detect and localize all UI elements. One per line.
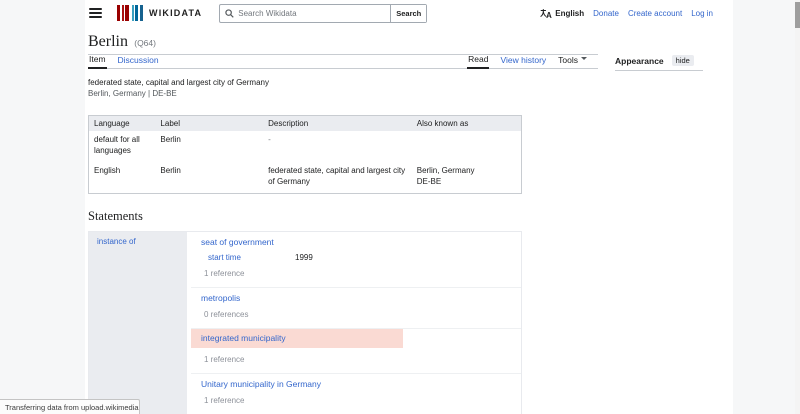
entity-content: Berlin (Q64) Item Discussion Read View h… — [85, 33, 598, 414]
language-label: English — [555, 9, 584, 18]
property-cell: instance of — [89, 232, 187, 414]
tab-tools[interactable]: Tools — [557, 55, 588, 68]
search-box: Search — [219, 4, 427, 23]
qualifier-property-link[interactable]: start time — [208, 253, 295, 262]
statement-value-link[interactable]: metropolis — [201, 293, 240, 303]
entity-id: (Q64) — [134, 38, 156, 48]
wikidata-logo-icon — [117, 5, 143, 21]
tab-view-history[interactable]: View history — [499, 55, 547, 68]
appearance-label: Appearance — [615, 56, 664, 66]
references-toggle[interactable]: 0 references — [191, 310, 521, 319]
cell-also-known-as — [412, 131, 522, 162]
header-user-links: A English Donate Create account Log in — [540, 8, 713, 19]
cell-language: English — [89, 162, 156, 194]
appearance-hide-button[interactable]: hide — [672, 55, 694, 66]
col-header-label: Label — [155, 116, 263, 132]
scrollbar-thumb[interactable] — [795, 2, 800, 28]
property-link[interactable]: instance of — [97, 237, 136, 246]
highlighted-statement-value: integrated municipality — [191, 329, 403, 348]
donate-link[interactable]: Donate — [593, 9, 619, 18]
terms-table-header-row: Language Label Description Also known as — [89, 116, 522, 132]
col-header-also-known-as: Also known as — [412, 116, 522, 132]
references-toggle[interactable]: 1 reference — [191, 269, 521, 278]
search-input[interactable] — [238, 5, 390, 22]
title-block: Berlin (Q64) — [88, 33, 598, 55]
create-account-link[interactable]: Create account — [628, 9, 682, 18]
qualifier-value: 1999 — [295, 253, 313, 262]
language-selector[interactable]: A English — [540, 8, 584, 19]
tab-item[interactable]: Item — [88, 54, 107, 69]
tab-read[interactable]: Read — [467, 54, 489, 69]
chevron-down-icon — [581, 57, 587, 60]
view-tabs: Read View history Tools — [467, 54, 598, 68]
statement-row: seat of government start time1999 1 refe… — [191, 232, 521, 287]
content-column: WIKIDATA Search A English Donate Create … — [85, 0, 733, 414]
page-title: Berlin — [88, 33, 128, 50]
statement-row: Unitary municipality in Germany 1 refere… — [191, 373, 521, 414]
login-link[interactable]: Log in — [691, 9, 713, 18]
appearance-panel: Appearance hide — [615, 55, 703, 71]
statement-row: integrated municipality 1 reference — [191, 328, 521, 373]
table-row: English Berlin federated state, capital … — [89, 162, 522, 194]
statement-row: metropolis 0 references — [191, 287, 521, 328]
browser-status-bar: Transferring data from upload.wikimedia.… — [0, 399, 140, 414]
search-icon — [220, 5, 238, 22]
cell-label: Berlin — [155, 131, 263, 162]
references-toggle[interactable]: 1 reference — [191, 396, 521, 405]
cell-label: Berlin — [155, 162, 263, 194]
statement-value-link[interactable]: seat of government — [201, 237, 274, 247]
statement-group: instance of seat of government start tim… — [88, 231, 522, 414]
search-button[interactable]: Search — [390, 5, 426, 22]
scrollbar-track[interactable] — [795, 0, 800, 414]
statement-value-link[interactable]: integrated municipality — [201, 333, 286, 343]
statement-value-link[interactable]: Unitary municipality in Germany — [201, 379, 321, 389]
table-row: default for all languages Berlin - — [89, 131, 522, 162]
statement-qualifier: start time1999 — [191, 253, 521, 262]
entity-aliases: Berlin, Germany | DE-BE — [88, 88, 598, 99]
entity-description: federated state, capital and largest cit… — [88, 77, 598, 88]
statements-heading: Statements — [88, 209, 598, 224]
cell-description: - — [263, 131, 412, 162]
page-tabs: Item Discussion Read View history Tools — [88, 55, 598, 69]
statement-list: seat of government start time1999 1 refe… — [191, 232, 521, 414]
references-toggle[interactable]: 1 reference — [191, 355, 521, 364]
language-icon: A — [540, 8, 552, 19]
terms-table: Language Label Description Also known as… — [88, 115, 522, 194]
tab-discussion[interactable]: Discussion — [117, 55, 160, 68]
main-menu-button[interactable] — [89, 8, 102, 18]
wikidata-logo-text: WIKIDATA — [149, 8, 202, 18]
site-header: WIKIDATA Search A English Donate Create … — [85, 0, 733, 26]
cell-language: default for all languages — [89, 131, 156, 162]
cell-description: federated state, capital and largest cit… — [263, 162, 412, 194]
svg-text:A: A — [546, 11, 552, 19]
wikidata-logo[interactable]: WIKIDATA — [117, 5, 202, 21]
col-header-language: Language — [89, 116, 156, 132]
cell-also-known-as: Berlin, GermanyDE-BE — [412, 162, 522, 194]
col-header-description: Description — [263, 116, 412, 132]
